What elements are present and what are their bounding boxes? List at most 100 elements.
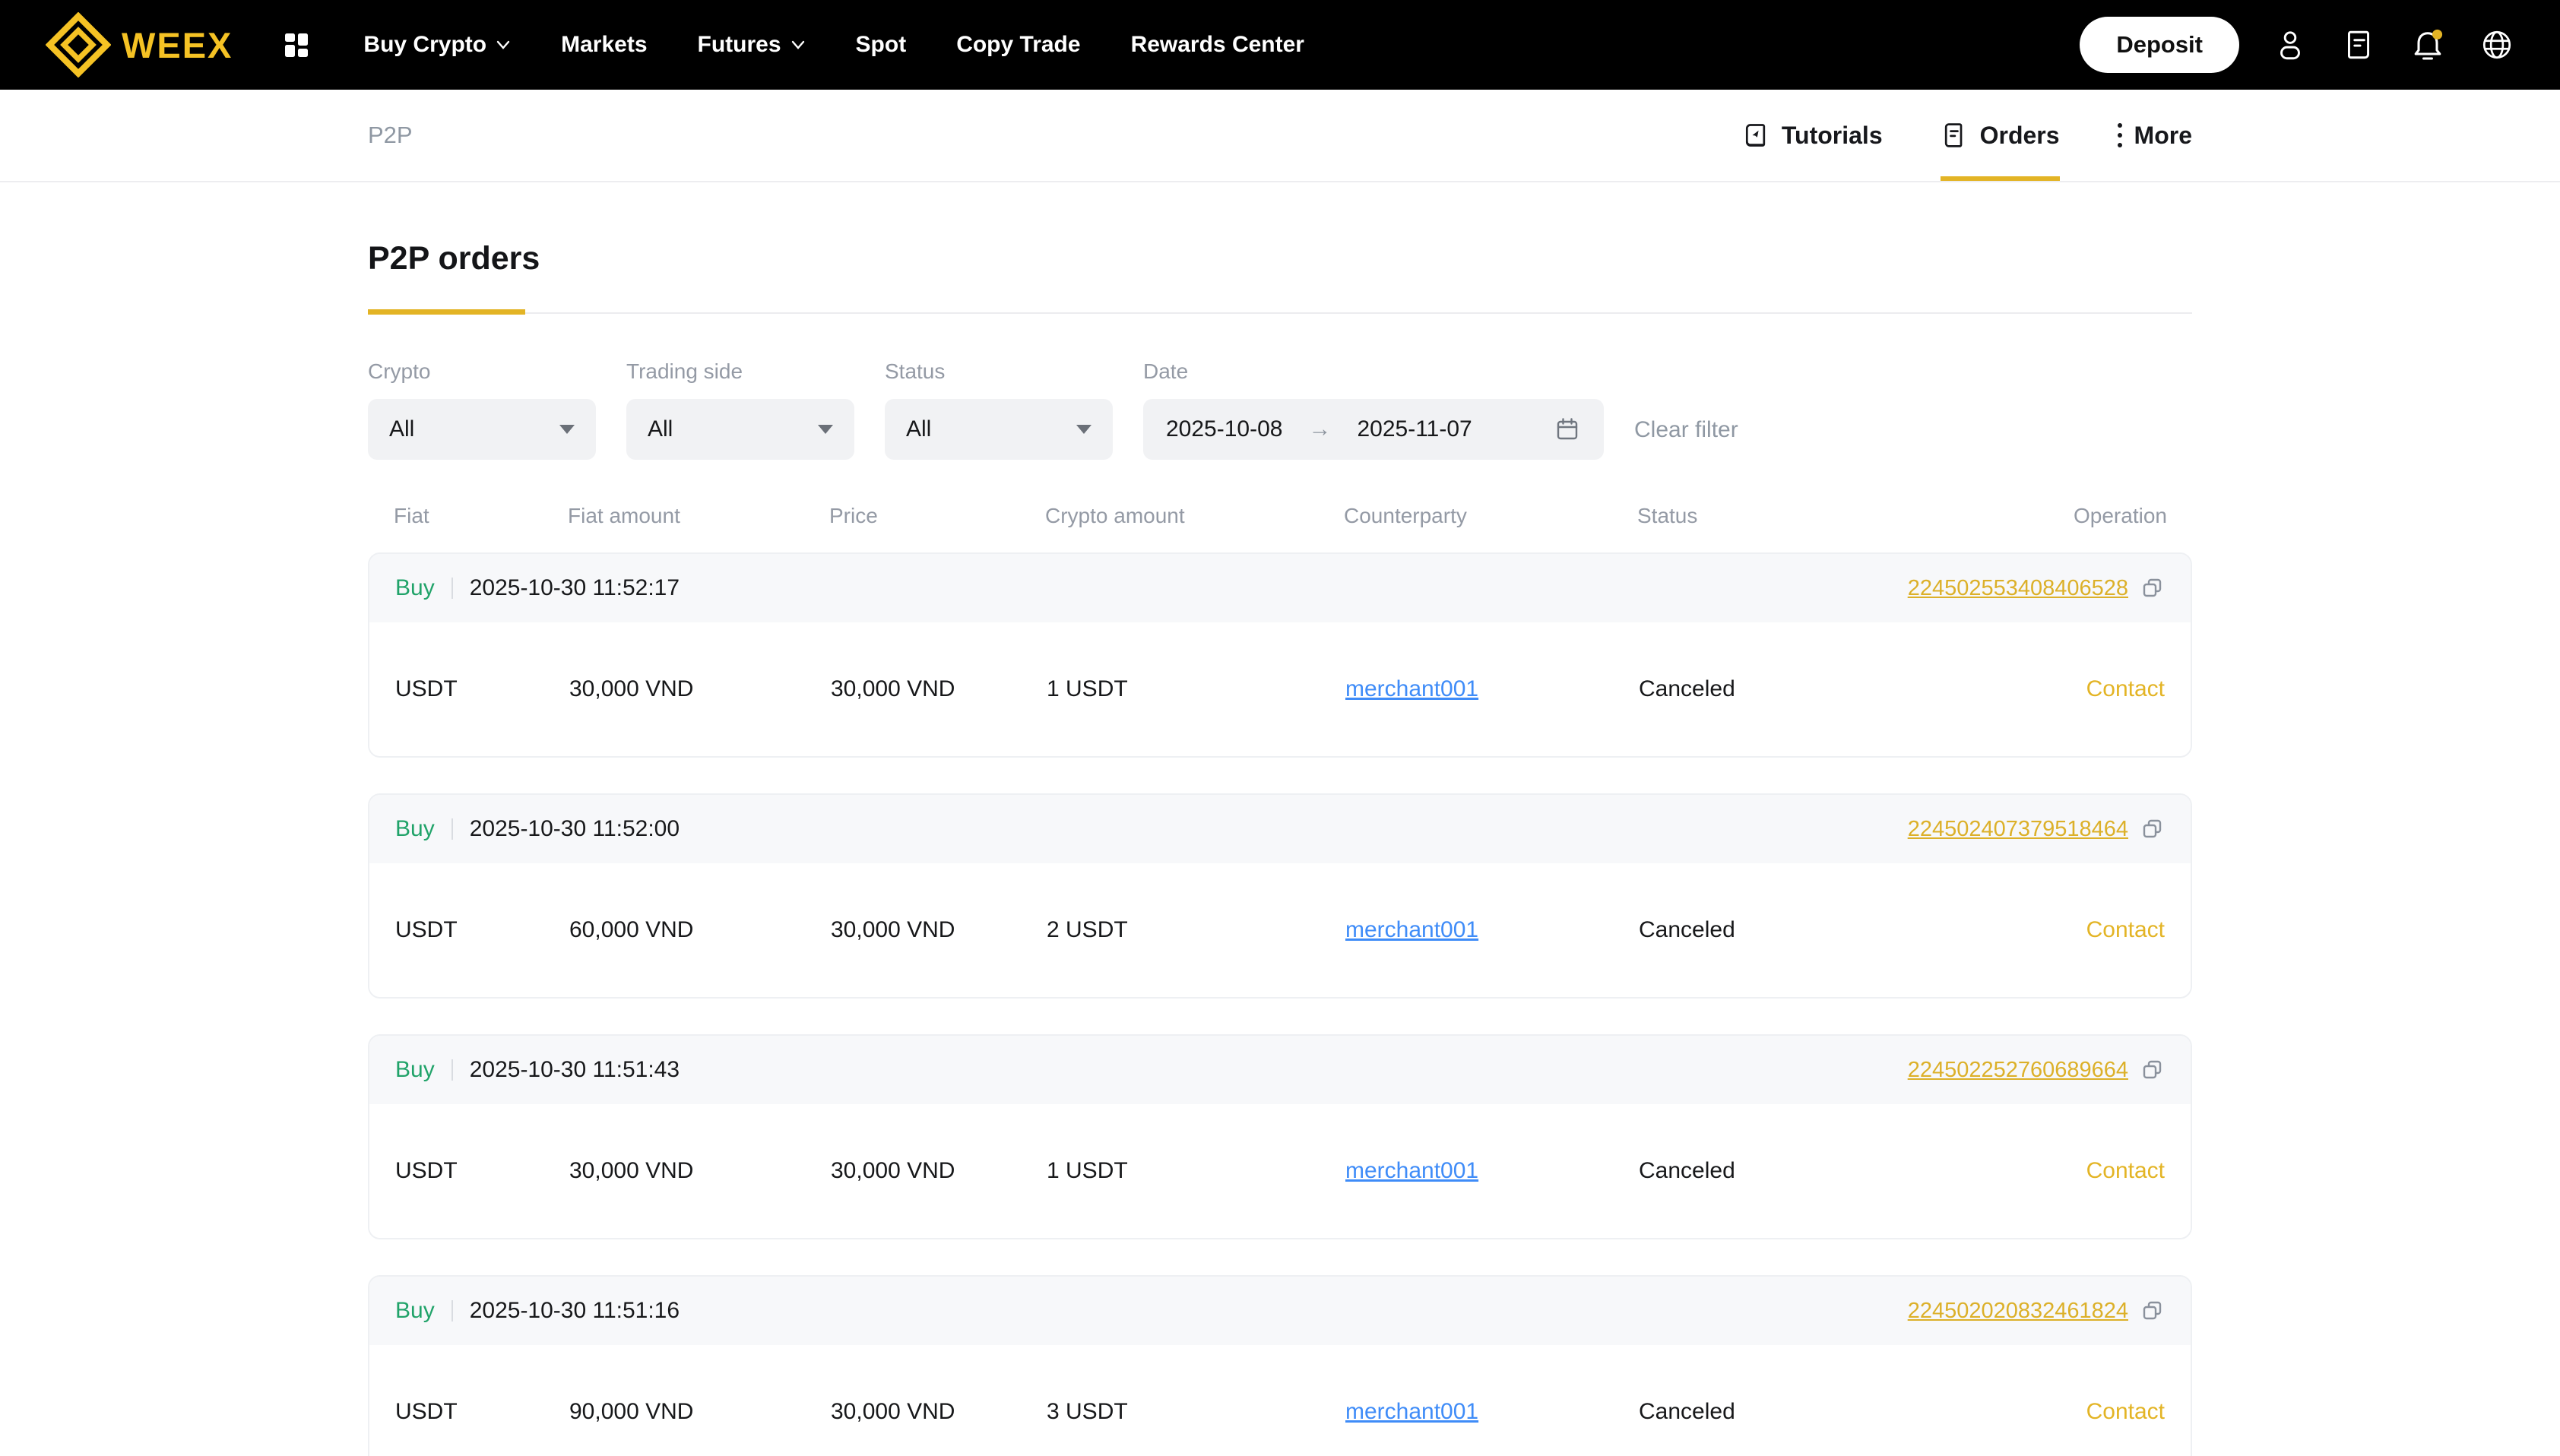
nav-label: Spot bbox=[855, 32, 907, 57]
order-history-icon[interactable] bbox=[2341, 27, 2376, 62]
order-id-link[interactable]: 224502553408406528 bbox=[1908, 576, 2128, 601]
trading-side-select[interactable]: All bbox=[626, 399, 854, 460]
nav-label: Futures bbox=[697, 32, 781, 57]
status-filter-label: Status bbox=[885, 359, 946, 383]
order-card: Buy 2025-10-30 11:52:17 2245025534084065… bbox=[368, 552, 2192, 758]
order-row: USDT 30,000 VND 30,000 VND 1 USDT mercha… bbox=[369, 622, 2191, 756]
order-side: Buy bbox=[395, 575, 435, 600]
tutorials-icon bbox=[1745, 124, 1766, 147]
status-cell: Canceled bbox=[1639, 1399, 1735, 1424]
copy-icon[interactable] bbox=[2140, 1058, 2165, 1082]
tutorials-label: Tutorials bbox=[1781, 121, 1883, 149]
counterparty-cell: merchant001 bbox=[1345, 1158, 1639, 1184]
crypto-select-value: All bbox=[389, 416, 415, 442]
nav-buy-crypto[interactable]: Buy Crypto bbox=[363, 32, 511, 58]
order-side: Buy bbox=[395, 816, 435, 841]
nav-spot[interactable]: Spot bbox=[856, 32, 907, 58]
main-menu: Buy Crypto Markets Futures Spot Copy Tra… bbox=[363, 32, 1304, 58]
counterparty-cell: merchant001 bbox=[1345, 917, 1639, 943]
filters-bar: Crypto All Trading side All Status All D… bbox=[368, 359, 2192, 460]
weex-logo[interactable]: WEEX bbox=[46, 12, 233, 78]
copy-icon[interactable] bbox=[2140, 1299, 2165, 1323]
counterparty-cell: merchant001 bbox=[1345, 1399, 1639, 1425]
operation-cell: Contact bbox=[2075, 1399, 2165, 1425]
more-label: More bbox=[2134, 121, 2192, 149]
fiat-cell: USDT bbox=[395, 1399, 458, 1424]
notifications-bell-icon[interactable] bbox=[2410, 27, 2446, 63]
contact-link[interactable]: Contact bbox=[2086, 676, 2165, 701]
order-side: Buy bbox=[395, 1298, 435, 1323]
order-card: Buy 2025-10-30 11:51:43 2245022527606896… bbox=[368, 1034, 2192, 1239]
caret-down-icon bbox=[559, 425, 575, 434]
divider bbox=[451, 1300, 453, 1321]
crypto-amount-cell: 1 USDT bbox=[1047, 676, 1128, 701]
breadcrumb-p2p[interactable]: P2P bbox=[368, 122, 413, 149]
crypto-select[interactable]: All bbox=[368, 399, 596, 460]
top-navigation: WEEX Buy Crypto Markets Futures Spot Cop… bbox=[0, 0, 2560, 90]
crypto-filter-label: Crypto bbox=[368, 359, 431, 383]
orders-label: Orders bbox=[1979, 121, 2060, 149]
trading-side-filter-label: Trading side bbox=[626, 359, 743, 383]
nav-label: Buy Crypto bbox=[363, 32, 487, 57]
table-header-row: Fiat Fiat amount Price Crypto amount Cou… bbox=[368, 504, 2192, 528]
counterparty-link[interactable]: merchant001 bbox=[1345, 1399, 1478, 1424]
order-card: Buy 2025-10-30 11:52:00 2245024073795184… bbox=[368, 793, 2192, 999]
clear-filter-link[interactable]: Clear filter bbox=[1634, 417, 1738, 443]
fiat-amount-cell: 30,000 VND bbox=[569, 1158, 694, 1183]
order-card-header: Buy 2025-10-30 11:51:16 2245020208324618… bbox=[369, 1277, 2191, 1345]
nav-label: Rewards Center bbox=[1130, 32, 1304, 57]
nav-futures[interactable]: Futures bbox=[698, 32, 806, 58]
nav-rewards-center[interactable]: Rewards Center bbox=[1131, 32, 1304, 58]
order-row: USDT 90,000 VND 30,000 VND 3 USDT mercha… bbox=[369, 1345, 2191, 1456]
chevron-down-icon bbox=[496, 40, 510, 49]
nav-copy-trade[interactable]: Copy Trade bbox=[956, 32, 1080, 58]
brand-name: WEEX bbox=[122, 24, 233, 65]
counterparty-cell: merchant001 bbox=[1345, 676, 1639, 702]
date-to-value: 2025-11-07 bbox=[1357, 416, 1472, 442]
deposit-button[interactable]: Deposit bbox=[2080, 17, 2239, 73]
date-range-picker[interactable]: 2025-10-08 → 2025-11-07 bbox=[1143, 399, 1604, 460]
order-side: Buy bbox=[395, 1057, 435, 1082]
chevron-down-icon bbox=[791, 40, 804, 49]
notification-dot bbox=[2432, 29, 2443, 40]
contact-link[interactable]: Contact bbox=[2086, 917, 2165, 942]
apps-grid-icon[interactable] bbox=[280, 28, 313, 62]
price-cell: 30,000 VND bbox=[831, 1399, 955, 1424]
col-counterparty: Counterparty bbox=[1344, 504, 1467, 527]
operation-cell: Contact bbox=[2075, 1158, 2165, 1184]
copy-icon[interactable] bbox=[2140, 817, 2165, 841]
order-id-link[interactable]: 224502020832461824 bbox=[1908, 1299, 2128, 1324]
counterparty-link[interactable]: merchant001 bbox=[1345, 676, 1478, 701]
status-select[interactable]: All bbox=[885, 399, 1113, 460]
order-row: USDT 30,000 VND 30,000 VND 1 USDT mercha… bbox=[369, 1104, 2191, 1238]
profile-icon[interactable] bbox=[2273, 27, 2308, 62]
title-divider bbox=[368, 309, 2192, 315]
order-time: 2025-10-30 11:51:43 bbox=[469, 1057, 680, 1082]
order-id-link[interactable]: 224502252760689664 bbox=[1908, 1058, 2128, 1083]
order-id-link[interactable]: 224502407379518464 bbox=[1908, 817, 2128, 842]
order-card-header: Buy 2025-10-30 11:52:00 2245024073795184… bbox=[369, 795, 2191, 863]
col-fiat: Fiat bbox=[394, 504, 429, 527]
col-status: Status bbox=[1637, 504, 1698, 527]
col-crypto-amount: Crypto amount bbox=[1045, 504, 1185, 527]
copy-icon[interactable] bbox=[2140, 576, 2165, 600]
contact-link[interactable]: Contact bbox=[2086, 1399, 2165, 1424]
page-title: P2P orders bbox=[368, 240, 540, 277]
more-dots-icon bbox=[2117, 123, 2122, 147]
col-fiat-amount: Fiat amount bbox=[568, 504, 680, 527]
nav-markets[interactable]: Markets bbox=[561, 32, 647, 58]
orders-tab[interactable]: Orders bbox=[1940, 90, 2060, 181]
language-globe-icon[interactable] bbox=[2479, 27, 2514, 62]
trading-side-select-value: All bbox=[648, 416, 673, 442]
more-menu[interactable]: More bbox=[2117, 90, 2192, 181]
counterparty-link[interactable]: merchant001 bbox=[1345, 917, 1478, 942]
order-card-header: Buy 2025-10-30 11:51:43 2245022527606896… bbox=[369, 1036, 2191, 1104]
counterparty-link[interactable]: merchant001 bbox=[1345, 1158, 1478, 1183]
divider bbox=[451, 578, 453, 599]
contact-link[interactable]: Contact bbox=[2086, 1158, 2165, 1183]
tutorials-link[interactable]: Tutorials bbox=[1742, 90, 1883, 181]
divider bbox=[451, 818, 453, 840]
operation-cell: Contact bbox=[2075, 676, 2165, 702]
order-time: 2025-10-30 11:52:17 bbox=[469, 575, 680, 600]
crypto-amount-cell: 1 USDT bbox=[1047, 1158, 1128, 1183]
